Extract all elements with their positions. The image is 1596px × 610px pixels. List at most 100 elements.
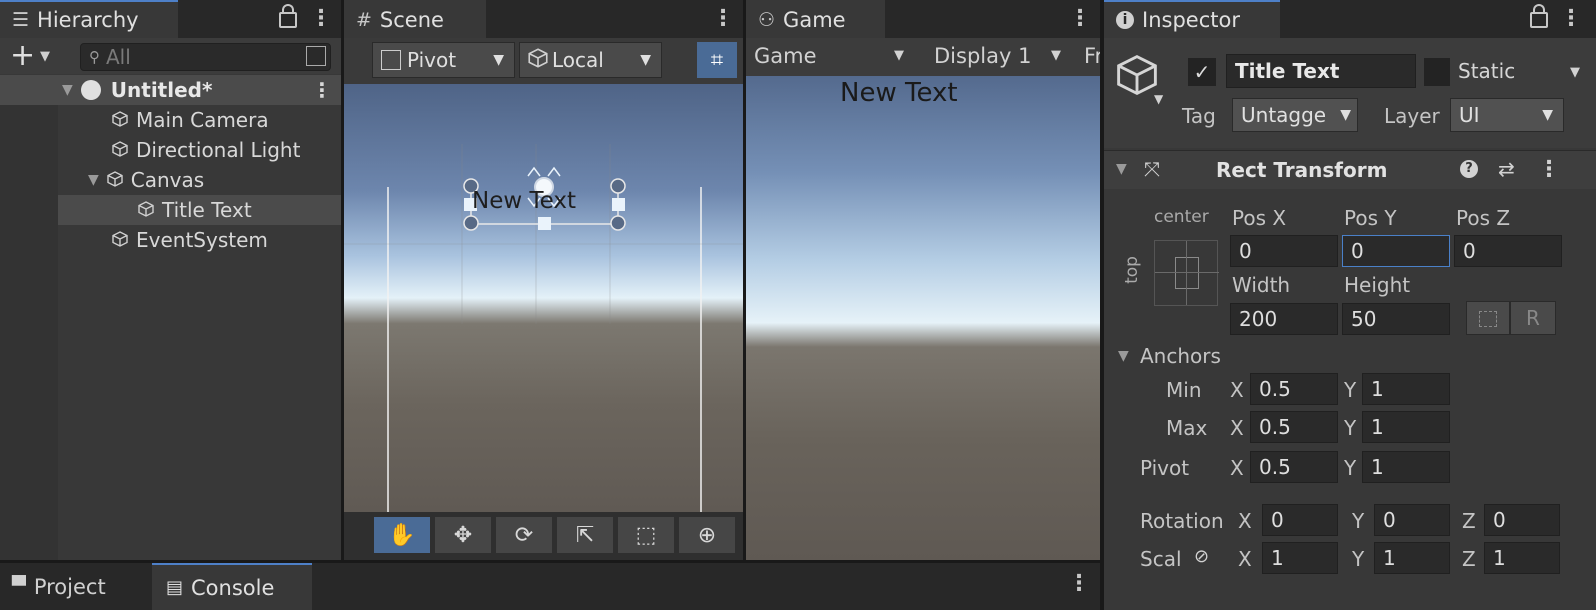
tab-project[interactable]: ▀ Project [0, 563, 148, 610]
local-label: Local [552, 48, 604, 72]
pivot-icon [381, 50, 401, 70]
hand-tool-button[interactable]: ✋ [374, 517, 430, 553]
tag-value: Untagge [1241, 103, 1327, 127]
pos-x-field[interactable]: 0 [1230, 235, 1338, 267]
search-placeholder: All [106, 45, 131, 69]
gamepad-icon: ⚇ [758, 9, 776, 31]
snap-grid-button[interactable]: ⌗ [697, 42, 737, 78]
expand-arrow-icon[interactable]: ▼ [1116, 161, 1127, 177]
add-dropdown-icon[interactable]: ▼ [40, 49, 50, 64]
anchor-max-x-field[interactable]: 0.5 [1250, 411, 1338, 443]
game-panel: ⚇ Game ⋮ Game ▼ Display 1 ▼ Fr New Text [746, 0, 1100, 560]
pos-z-label: Pos Z [1456, 206, 1511, 230]
help-icon[interactable]: ? [1460, 160, 1478, 178]
more-options-icon[interactable]: ⋮ [1069, 6, 1091, 31]
blueprint-mode-button[interactable] [1466, 301, 1510, 335]
list-item-label: Main Camera [136, 108, 269, 132]
anchor-min-y-field[interactable]: 1 [1362, 373, 1450, 405]
layer-label: Layer [1384, 104, 1440, 128]
width-label: Width [1232, 273, 1291, 297]
scene-viewport[interactable]: New Text [344, 84, 743, 512]
width-field[interactable]: 200 [1230, 303, 1338, 335]
game-viewport[interactable]: New Text [746, 76, 1100, 560]
object-name-field[interactable]: Title Text [1226, 54, 1416, 88]
local-dropdown[interactable]: Local ▼ [519, 42, 662, 78]
transform-tool-button[interactable]: ⊕ [679, 517, 735, 553]
hierarchy-search-input[interactable]: ⚲ All [80, 43, 331, 71]
tree-gutter [0, 105, 58, 560]
anchor-preset-button[interactable] [1154, 240, 1219, 306]
expand-arrow-icon[interactable]: ▼ [88, 172, 99, 188]
list-item-label: Canvas [130, 168, 205, 192]
lock-icon[interactable] [1530, 4, 1548, 28]
link-scale-icon[interactable]: ⊘ [1194, 546, 1209, 567]
rect-transform-icon: ⤧ [1144, 157, 1160, 181]
tab-game[interactable]: ⚇ Game [746, 0, 885, 38]
tab-inspector[interactable]: i Inspector [1104, 0, 1280, 38]
scene-root-row[interactable]: ▼ Untitled* ⋮ [0, 75, 341, 105]
pivot-x-field[interactable]: 0.5 [1250, 451, 1338, 483]
chevron-down-icon: ▼ [894, 48, 904, 63]
pivot-label: Pivot [407, 48, 457, 72]
tab-scene[interactable]: # Scene [344, 0, 486, 38]
game-toolbar: Game ▼ Display 1 ▼ Fr [746, 38, 1100, 76]
aspect-label: Fr [1084, 44, 1100, 68]
pos-z-field[interactable]: 0 [1454, 235, 1562, 267]
tag-dropdown[interactable]: Untagge ▼ [1232, 98, 1358, 132]
scene-more-icon[interactable]: ⋮ [312, 78, 332, 102]
active-checkbox[interactable]: ✓ [1188, 58, 1216, 86]
rotation-z-field[interactable]: 0 [1484, 504, 1560, 536]
static-dropdown-icon[interactable]: ▼ [1570, 65, 1580, 80]
icon-dropdown-icon[interactable]: ▼ [1154, 92, 1163, 106]
chevron-down-icon: ▼ [1542, 107, 1553, 123]
height-field[interactable]: 50 [1342, 303, 1450, 335]
tab-hierarchy-label: Hierarchy [37, 8, 139, 32]
object-header: ▼ ✓ Title Text Static ▼ Tag Untagge ▼ La… [1104, 38, 1596, 148]
display-dropdown[interactable]: Display 1 ▼ [934, 44, 1074, 68]
pos-y-field[interactable]: 0 [1342, 235, 1450, 267]
expand-arrow-icon[interactable]: ▼ [1118, 348, 1129, 364]
aspect-dropdown[interactable]: Fr [1084, 44, 1100, 68]
game-mode-dropdown[interactable]: Game ▼ [754, 44, 912, 68]
rect-transform-header[interactable]: ▼ ⤧ Rect Transform ? ⇄ ⋮ [1104, 150, 1596, 189]
pivot-y-field[interactable]: 1 [1362, 451, 1450, 483]
more-options-icon[interactable]: ⋮ [1560, 6, 1582, 31]
rotate-tool-button[interactable]: ⟳ [496, 517, 552, 553]
cube-icon [138, 198, 162, 222]
display-label: Display 1 [934, 44, 1032, 68]
more-options-icon[interactable]: ⋮ [310, 6, 332, 31]
cube-icon [528, 47, 552, 73]
chevron-down-icon: ▼ [640, 52, 651, 68]
scale-z-field[interactable]: 1 [1484, 542, 1560, 574]
presets-icon[interactable]: ⇄ [1498, 157, 1515, 181]
scene-text-object[interactable]: New Text [472, 188, 576, 214]
scale-x-field[interactable]: 1 [1262, 542, 1338, 574]
pivot-dropdown[interactable]: Pivot ▼ [372, 42, 515, 78]
component-more-icon[interactable]: ⋮ [1538, 157, 1560, 182]
raw-edit-button[interactable]: R [1510, 301, 1556, 335]
layer-dropdown[interactable]: UI ▼ [1450, 98, 1564, 132]
min-label: Min [1166, 378, 1202, 402]
rect-tool-button[interactable]: ⬚ [618, 517, 674, 553]
add-button[interactable]: + [10, 38, 35, 74]
more-options-icon[interactable]: ⋮ [712, 6, 734, 31]
more-options-icon[interactable]: ⋮ [1068, 571, 1090, 596]
anchor-v-label: top [1121, 256, 1142, 284]
pos-x-label: Pos X [1232, 206, 1287, 230]
anchor-min-x-field[interactable]: 0.5 [1250, 373, 1338, 405]
layer-value: UI [1459, 103, 1480, 127]
move-tool-button[interactable]: ✥ [435, 517, 491, 553]
tab-console[interactable]: ▤ Console [152, 563, 312, 610]
scale-tool-button[interactable]: ⇱ [557, 517, 613, 553]
expand-arrow-icon[interactable]: ▼ [62, 82, 73, 98]
anchor-max-y-field[interactable]: 1 [1362, 411, 1450, 443]
rotation-y-field[interactable]: 0 [1374, 504, 1450, 536]
rotation-x-field[interactable]: 0 [1262, 504, 1338, 536]
static-checkbox[interactable] [1424, 58, 1450, 86]
lock-icon[interactable] [279, 4, 297, 28]
rotation-label: Rotation [1140, 509, 1224, 533]
tab-hierarchy[interactable]: ☰ Hierarchy [0, 0, 178, 38]
grid-icon: # [356, 9, 372, 31]
search-filter-icon[interactable] [306, 46, 326, 66]
scale-y-field[interactable]: 1 [1374, 542, 1450, 574]
